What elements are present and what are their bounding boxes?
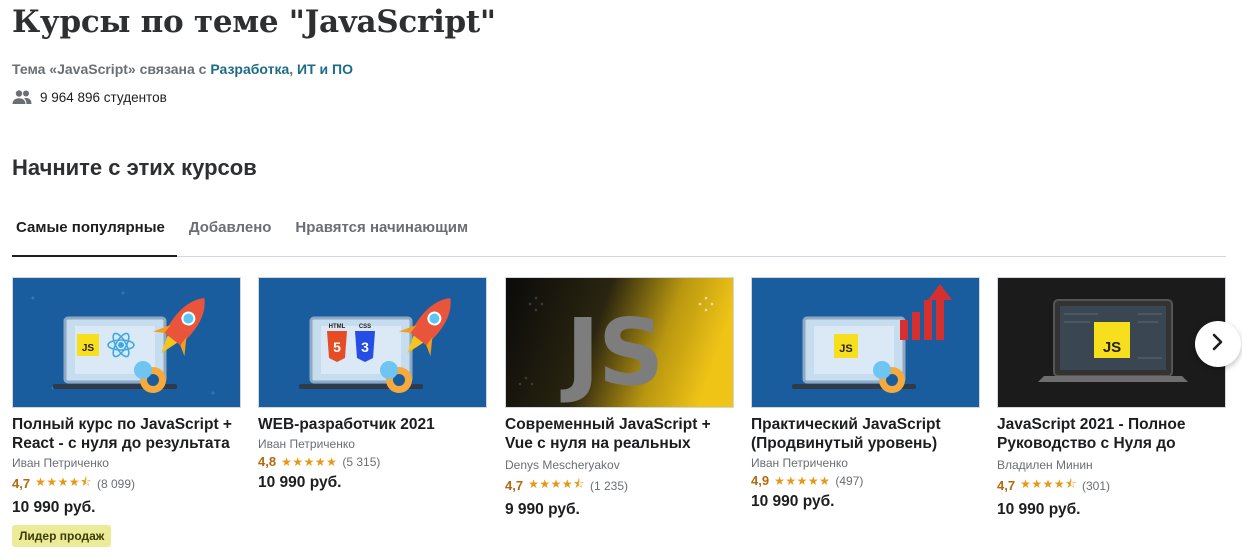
chevron-right-icon xyxy=(1211,333,1225,356)
course-price: 10 990 руб. xyxy=(12,499,96,516)
review-count: (497) xyxy=(835,473,864,488)
review-count: (301) xyxy=(1081,478,1110,493)
page-title: Курсы по теме "JavaScript" xyxy=(12,4,496,40)
course-author: Denys Mescheryakov xyxy=(505,458,620,472)
svg-text:5: 5 xyxy=(333,339,341,355)
course-card[interactable]: HTML CSS 5 3 WEB-разработчик 2021 Иван П… xyxy=(258,277,487,492)
students-count: 9 964 896 студентов xyxy=(12,89,167,105)
tab-new[interactable]: Добавлено xyxy=(185,212,284,257)
topic-link-it[interactable]: ИТ и ПО xyxy=(297,61,353,77)
course-rating: 4,7 ★★★★⯪ (1 235) xyxy=(505,475,734,496)
js-chart-arrow-icon: JS xyxy=(752,278,979,407)
review-count: (8 099) xyxy=(96,476,136,491)
course-thumbnail[interactable]: JS xyxy=(12,277,241,408)
topic-relation: Тема «JavaScript» связана с Разработка, … xyxy=(12,61,353,77)
course-carousel: JS Полный курс по JavaScript + React - с… xyxy=(12,277,1226,559)
svg-text:HTML: HTML xyxy=(329,324,346,330)
course-rating: 4,8 ★★★★★ (5 315) xyxy=(258,454,487,469)
rating-value: 4,7 xyxy=(505,478,524,493)
topic-separator: , xyxy=(289,61,298,77)
js-big-letters-icon: JS xyxy=(506,278,733,407)
course-price: 10 990 руб. xyxy=(751,493,835,510)
svg-text:JS: JS xyxy=(1103,339,1121,356)
course-price: 10 990 руб. xyxy=(258,474,342,491)
course-title[interactable]: WEB-разработчик 2021 xyxy=(258,415,487,434)
topic-prefix: Тема «JavaScript» связана с xyxy=(12,61,211,77)
carousel-next-button[interactable] xyxy=(1195,321,1241,367)
course-price: 9 990 руб. xyxy=(505,501,580,518)
course-title[interactable]: JavaScript 2021 - Полное Руководство с Н… xyxy=(997,415,1226,455)
course-rating: 4,9 ★★★★★ (497) xyxy=(751,473,980,488)
bestseller-badge: Лидер продаж xyxy=(12,525,112,547)
html-css-rocket-icon: HTML CSS 5 3 xyxy=(259,278,486,407)
course-author: Владилен Минин xyxy=(997,458,1093,472)
section-title: Начните с этих курсов xyxy=(12,155,257,180)
star-rating-icon: ★★★★⯪ xyxy=(528,477,585,491)
star-rating-icon: ★★★★★ xyxy=(281,454,338,469)
rating-value: 4,7 xyxy=(12,476,31,491)
svg-text:JS: JS xyxy=(560,299,663,406)
tab-beginner-favorites[interactable]: Нравятся начинающим xyxy=(291,212,480,257)
course-card[interactable]: JS JavaScript 2021 - Полное Руководство … xyxy=(997,277,1226,519)
course-price: 10 990 руб. xyxy=(997,501,1081,518)
star-rating-icon: ★★★★★ xyxy=(774,473,831,488)
review-count: (1 235) xyxy=(589,478,629,493)
course-title[interactable]: Практический JavaScript (Продвинутый уро… xyxy=(751,415,980,453)
course-thumbnail[interactable]: HTML CSS 5 3 xyxy=(258,277,487,408)
course-author: Иван Петриченко xyxy=(12,456,109,470)
tab-most-popular[interactable]: Самые популярные xyxy=(12,212,177,257)
topic-link-development[interactable]: Разработка xyxy=(210,61,289,77)
course-title[interactable]: Полный курс по JavaScript + React - с ну… xyxy=(12,415,241,453)
svg-text:3: 3 xyxy=(361,339,369,355)
star-rating-icon: ★★★★⯪ xyxy=(35,475,92,489)
rating-value: 4,7 xyxy=(997,478,1016,493)
course-thumbnail[interactable]: JS xyxy=(505,277,734,408)
course-card[interactable]: JS Практический JavaScript (Продвинутый … xyxy=(751,277,980,511)
course-card[interactable]: JS Полный курс по JavaScript + React - с… xyxy=(12,277,241,547)
course-title[interactable]: Современный JavaScript + Vue с нуля на р… xyxy=(505,415,734,455)
js-react-rocket-icon: JS xyxy=(13,278,240,407)
star-rating-icon: ★★★★⯪ xyxy=(1020,477,1077,491)
students-count-text: 9 964 896 студентов xyxy=(40,89,167,105)
course-card[interactable]: JS Современный JavaScript + Vue с нуля н… xyxy=(505,277,734,519)
course-tabs: Самые популярные Добавлено Нравятся начи… xyxy=(12,212,1226,257)
course-rating: 4,7 ★★★★⯪ (8 099) xyxy=(12,473,241,494)
users-icon xyxy=(12,89,32,105)
svg-text:JS: JS xyxy=(82,343,95,354)
svg-text:CSS: CSS xyxy=(359,324,371,330)
js-laptop-icon: JS xyxy=(998,278,1225,407)
review-count: (5 315) xyxy=(342,454,381,469)
course-author: Иван Петриченко xyxy=(258,437,355,451)
course-thumbnail[interactable]: JS xyxy=(751,277,980,408)
rating-value: 4,8 xyxy=(258,454,277,469)
svg-text:JS: JS xyxy=(839,343,852,355)
course-author: Иван Петриченко xyxy=(751,456,848,470)
course-thumbnail[interactable]: JS xyxy=(997,277,1226,408)
course-rating: 4,7 ★★★★⯪ (301) xyxy=(997,475,1226,496)
rating-value: 4,9 xyxy=(751,473,770,488)
